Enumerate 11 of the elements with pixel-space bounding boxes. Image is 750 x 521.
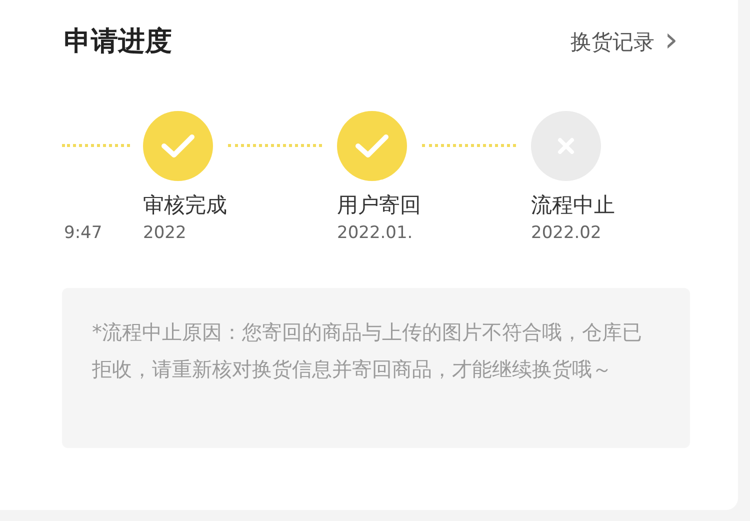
dotted-connector [62, 144, 130, 147]
stop-reason-text: *流程中止原因：您寄回的商品与上传的图片不符合哦，仓库已拒收，请重新核对换货信息并寄回商品，才能继续换货哦～ [92, 319, 643, 383]
step-date: 2022.01. [337, 222, 414, 244]
section-title: 申请进度 [64, 25, 172, 59]
step-label: 审核完成 [143, 192, 228, 218]
step-label: 流程中止 [531, 192, 616, 218]
step-label: 用户寄回 [337, 192, 422, 218]
history-link[interactable]: 换货记录 › [570, 26, 678, 58]
step-date: 2022.02 [531, 222, 602, 244]
step-date: 2022 [143, 222, 188, 244]
step-time: 9:47 [63, 222, 104, 244]
